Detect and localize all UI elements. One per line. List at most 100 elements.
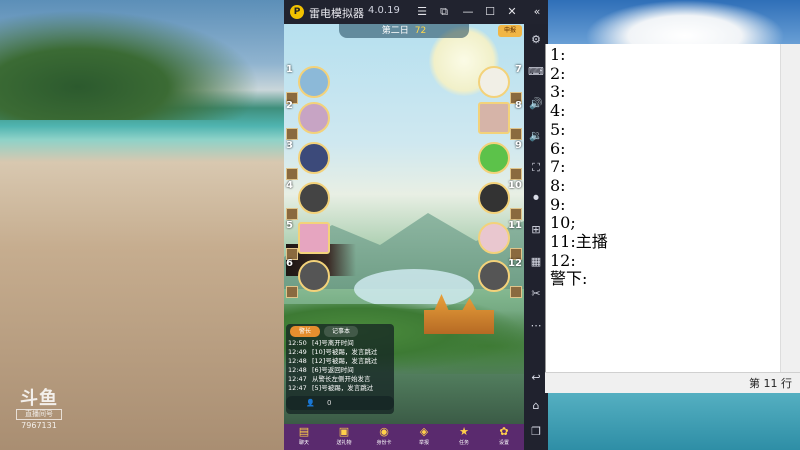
seat-badge-icon <box>510 168 522 180</box>
maximize-icon[interactable]: ☐ <box>482 4 498 20</box>
bottom-nav: ▤ 聊天 ▣ 送礼物 ◉ 身份卡 ◈ 举报 ★ 任务 ✿ 设置 <box>284 424 524 450</box>
back-icon[interactable]: ↩ <box>528 370 544 386</box>
note-line: 6: <box>550 138 566 158</box>
emulator-window: P 雷电模拟器 4.0.19 ☰ ⧉ — ☐ ✕ « 第二日 72 申报 1 2 … <box>284 0 548 450</box>
avatar <box>478 66 510 98</box>
nav-report-button[interactable]: ◈ 举报 <box>409 425 439 449</box>
volume-up-icon[interactable]: 🔊 <box>528 96 544 112</box>
close-icon[interactable]: ✕ <box>504 4 520 20</box>
minimize-icon[interactable]: — <box>460 4 476 20</box>
fullscreen-icon[interactable]: ⛶ <box>528 160 544 176</box>
gear-icon[interactable]: ⚙ <box>528 32 544 48</box>
avatar <box>298 222 330 254</box>
emulator-title: 雷电模拟器 <box>309 7 364 20</box>
home-icon[interactable]: ⌂ <box>528 398 544 414</box>
avatar <box>298 142 330 174</box>
seat-number: 10 <box>508 180 522 191</box>
gear-icon: ✿ <box>499 425 509 438</box>
emulator-logo-icon: P <box>290 5 304 19</box>
seat-badge-icon <box>286 168 298 180</box>
tab-notebook[interactable]: 记事本 <box>324 326 358 337</box>
nav-gift-button[interactable]: ▣ 送礼物 <box>329 425 359 449</box>
note-line: 8: <box>550 175 566 195</box>
seat-number: 8 <box>515 100 522 111</box>
avatar <box>478 142 510 174</box>
seat-badge-icon <box>510 208 522 220</box>
log-entry: 12:47 从警长左侧开始发言 <box>288 375 371 383</box>
nav-settings-button[interactable]: ✿ 设置 <box>489 425 519 449</box>
nav-chat-button[interactable]: ▤ 聊天 <box>289 425 319 449</box>
recents-icon[interactable]: ❐ <box>528 424 544 440</box>
wallpaper-trees <box>0 10 260 120</box>
chat-input-bar[interactable]: 👤 0 <box>286 396 394 410</box>
wallpaper-sea <box>545 385 800 450</box>
watermark-logo: 斗鱼 <box>20 388 58 409</box>
nav-mission-button[interactable]: ★ 任务 <box>449 425 479 449</box>
log-entry: 12:50 [4]号离开时间 <box>288 339 354 347</box>
more-icon[interactable]: ⋯ <box>528 318 544 334</box>
collapse-sidebar-icon[interactable]: « <box>529 4 545 20</box>
keyboard-icon[interactable]: ⌨ <box>528 64 544 80</box>
nav-card-button[interactable]: ◉ 身份卡 <box>369 425 399 449</box>
watermark-sub: 直播间号 <box>16 409 62 420</box>
note-line: 11:主播 <box>550 232 608 252</box>
seat-number: 3 <box>286 140 293 151</box>
player-seat-1[interactable]: 1 <box>286 64 330 104</box>
notepad-scrollbar[interactable] <box>780 44 800 372</box>
notepad-editor[interactable]: 1: 2: 3: 4: 5: 6: 7: 8: 9: 10; 11:主播 12:… <box>545 44 782 390</box>
seat-number: 7 <box>515 64 522 75</box>
tab-sheriff[interactable]: 警长 <box>290 326 320 337</box>
log-entry: 12:48 [6]号返回时间 <box>288 366 354 374</box>
seat-number: 1 <box>286 64 293 75</box>
player-seat-4[interactable]: 4 <box>286 180 330 220</box>
player-seat-6[interactable]: 6 <box>286 258 330 298</box>
volume-down-icon[interactable]: 🔉 <box>528 128 544 144</box>
seat-badge-icon <box>286 286 298 298</box>
note-line: 10; <box>550 213 576 233</box>
record-icon[interactable]: ⏺ <box>528 190 544 206</box>
day-label: 第二日 <box>381 26 409 36</box>
avatar <box>298 260 330 292</box>
avatar <box>298 102 330 134</box>
stream-watermark: 斗鱼 直播间号 7967131 <box>14 390 64 431</box>
card-icon: ◉ <box>379 425 389 438</box>
notepad-text[interactable]: 1: 2: 3: 4: 5: 6: 7: 8: 9: 10; 11:主播 12:… <box>550 45 608 289</box>
seat-number: 11 <box>508 220 522 231</box>
wallpaper-cloud <box>585 0 785 45</box>
player-seat-2[interactable]: 2 <box>286 100 330 140</box>
seat-badge-icon <box>510 128 522 140</box>
avatar <box>478 260 510 292</box>
apk-icon[interactable]: ▦ <box>528 254 544 270</box>
note-line: 3: <box>550 82 566 102</box>
day-banner: 第二日 72 <box>339 24 469 38</box>
seat-number: 12 <box>508 258 522 269</box>
corner-button[interactable]: 申报 <box>498 25 522 37</box>
log-entry: 12:48 [12]号被踢，发言跳过 <box>288 357 378 365</box>
note-line: 警下: <box>550 269 588 289</box>
emulator-version: 4.0.19 <box>368 5 400 16</box>
player-seat-7[interactable]: 7 <box>478 64 522 104</box>
menu-icon[interactable]: ☰ <box>414 4 430 20</box>
player-seat-8[interactable]: 8 <box>478 100 522 140</box>
chat-icon: ▤ <box>298 425 310 438</box>
seat-badge-icon <box>510 286 522 298</box>
note-line: 12: <box>550 250 576 270</box>
seat-number: 5 <box>286 220 293 231</box>
gift-icon: ▣ <box>338 425 350 438</box>
seat-number: 4 <box>286 180 293 191</box>
player-seat-9[interactable]: 9 <box>478 140 522 180</box>
emulator-titlebar[interactable]: P 雷电模拟器 4.0.19 ☰ ⧉ — ☐ ✕ « <box>284 0 548 24</box>
game-screen[interactable]: 第二日 72 申报 1 2 3 4 5 6 7 8 9 10 11 12 警长 记… <box>284 24 524 450</box>
popout-icon[interactable]: ⧉ <box>436 4 452 20</box>
scissors-icon[interactable]: ✂ <box>528 286 544 302</box>
player-seat-12[interactable]: 12 <box>478 258 522 298</box>
player-seat-11[interactable]: 11 <box>478 220 522 260</box>
note-line: 7: <box>550 157 566 177</box>
note-line: 9: <box>550 194 566 214</box>
add-icon[interactable]: ⊞ <box>528 222 544 238</box>
player-seat-3[interactable]: 3 <box>286 140 330 180</box>
log-entry: 12:47 [5]号被踢，发言跳过 <box>288 384 374 392</box>
player-seat-10[interactable]: 10 <box>478 180 522 220</box>
countdown-timer: 72 <box>414 26 427 36</box>
player-seat-5[interactable]: 5 <box>286 220 330 260</box>
